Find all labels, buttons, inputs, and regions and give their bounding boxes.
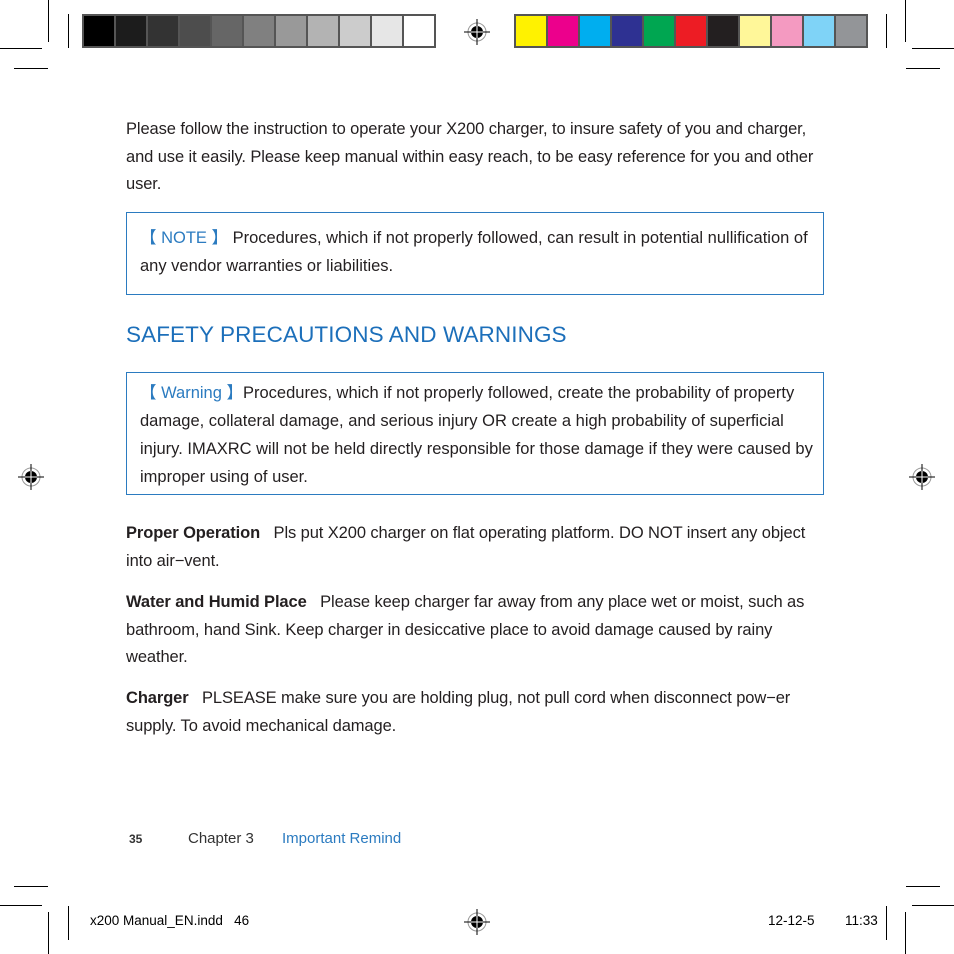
item-water-humid-place: Water and Humid Place Please keep charge… [126,589,826,672]
color-swatch [516,16,546,46]
gray-swatch [308,16,338,46]
crop-mark [886,14,887,48]
section-title: SAFETY PRECAUTIONS AND WARNINGS [126,322,567,347]
item-term: Water and Humid Place [126,593,307,611]
gray-swatch [276,16,306,46]
crop-mark [912,905,954,906]
registration-mark-icon [464,909,490,935]
note-text: Procedures, which if not properly follow… [140,229,808,275]
warning-box: 【 Warning 】Procedures, which if not prop… [126,372,824,495]
color-swatch [612,16,642,46]
page-number: 35 [129,832,143,846]
color-swatch [548,16,578,46]
crop-mark [0,48,42,49]
color-swatch [644,16,674,46]
crop-mark [906,68,940,69]
footer-chapter: Chapter 3 [188,830,254,847]
grayscale-color-bar [82,14,436,48]
registration-mark-icon [18,464,44,490]
crop-mark [14,886,48,887]
crop-mark [906,886,940,887]
crop-mark [0,905,42,906]
slug-filename: x200 Manual_EN.indd 46 [90,913,250,928]
item-proper-operation: Proper Operation Pls put X200 charger on… [126,520,826,575]
crop-mark [48,0,49,42]
crop-mark [48,912,49,954]
color-swatch [836,16,866,46]
item-text: PLSEASE make sure you are holding plug, … [126,689,791,735]
gray-swatch [340,16,370,46]
cmyk-color-bar [514,14,868,48]
color-swatch [676,16,706,46]
crop-mark [68,906,69,940]
gray-swatch [148,16,178,46]
gray-swatch [212,16,242,46]
gray-swatch [84,16,114,46]
gray-swatch [180,16,210,46]
crop-mark [68,14,69,48]
item-term: Proper Operation [126,524,261,542]
gray-swatch [404,16,434,46]
crop-mark [886,906,887,940]
footer-section: Important Remind [282,830,402,847]
note-tag: 【 NOTE 】 [140,229,229,247]
registration-mark-icon [909,464,935,490]
slug-date: 12-12-5 [768,913,815,928]
item-term: Charger [126,689,189,707]
warning-tag: 【 Warning 】 [140,384,243,402]
crop-mark [905,0,906,42]
gray-swatch [116,16,146,46]
color-swatch [740,16,770,46]
item-charger: Charger PLSEASE make sure you are holdin… [126,685,826,740]
slug-time: 11:33 [845,913,878,928]
color-swatch [580,16,610,46]
color-swatch [772,16,802,46]
crop-mark [905,912,906,954]
color-swatch [804,16,834,46]
color-swatch [708,16,738,46]
gray-swatch [244,16,274,46]
intro-paragraph: Please follow the instruction to operate… [126,120,814,193]
crop-mark [14,68,48,69]
note-box: 【 NOTE 】 Procedures, which if not proper… [126,212,824,295]
registration-mark-icon [464,19,490,45]
gray-swatch [372,16,402,46]
crop-mark [912,48,954,49]
